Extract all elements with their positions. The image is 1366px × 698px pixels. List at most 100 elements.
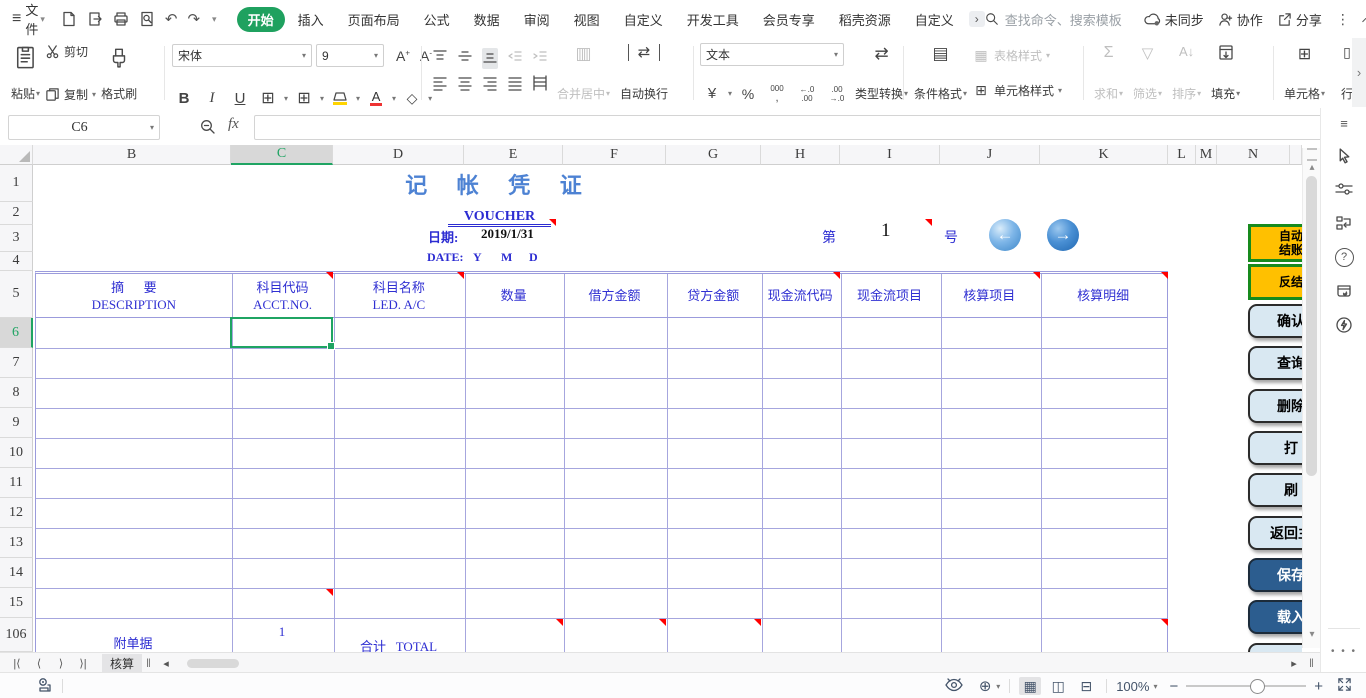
tab-formulas[interactable]: 公式: [413, 7, 461, 32]
justify-icon[interactable]: [507, 74, 523, 95]
col-header-I[interactable]: I: [840, 145, 940, 165]
tab-developer[interactable]: 开发工具: [676, 7, 750, 32]
reading-mode-icon[interactable]: [944, 677, 964, 696]
prev-sheet-icon[interactable]: ⟨: [28, 657, 50, 670]
number-format-select[interactable]: 文本 ▾: [700, 43, 844, 66]
tab-custom-2[interactable]: 自定义: [904, 7, 965, 32]
undo-icon[interactable]: ↶: [165, 10, 178, 28]
selected-cell-C6[interactable]: [230, 317, 333, 348]
borders-icon[interactable]: ⊞: [256, 88, 280, 108]
docer-hot-icon[interactable]: [1321, 274, 1366, 308]
format-painter-button[interactable]: 格式刷: [96, 41, 142, 105]
row-header-11[interactable]: 11: [0, 468, 33, 498]
sheet-tab-accounting[interactable]: 核算: [102, 654, 142, 673]
col-header-L[interactable]: L: [1168, 145, 1196, 165]
fill-handle[interactable]: [327, 342, 335, 350]
conditional-format-button[interactable]: ▤ 条件格式▾: [909, 41, 972, 105]
tab-membership[interactable]: 会员专享: [752, 7, 826, 32]
split-handle[interactable]: [1307, 148, 1317, 161]
save-voucher-button[interactable]: 保存: [1248, 558, 1302, 592]
row-header-9[interactable]: 9: [0, 408, 33, 438]
row-header-2[interactable]: 2: [0, 202, 33, 225]
row-header-13[interactable]: 13: [0, 528, 33, 558]
underline-icon[interactable]: U: [228, 90, 252, 107]
col-header-G[interactable]: G: [666, 145, 761, 165]
clipped-bottom-button[interactable]: [1248, 643, 1302, 652]
more-options-icon[interactable]: ⋮: [1336, 11, 1350, 28]
font-name-select[interactable]: 宋体 ▾: [172, 44, 312, 67]
load-voucher-button[interactable]: 载入: [1248, 600, 1302, 634]
confirm-button[interactable]: 确认: [1248, 304, 1302, 338]
row-header-6[interactable]: 6: [0, 318, 33, 348]
zoom-in-icon[interactable]: +: [1314, 678, 1323, 695]
bold-icon[interactable]: B: [172, 90, 196, 107]
center-view-icon[interactable]: ⊕: [974, 677, 996, 695]
share-button[interactable]: 分享: [1277, 10, 1322, 29]
row-header-8[interactable]: 8: [0, 378, 33, 408]
row-header-106[interactable]: 106: [0, 618, 33, 652]
italic-icon[interactable]: I: [200, 90, 224, 107]
collaborate-button[interactable]: 协作: [1218, 10, 1263, 29]
tab-data[interactable]: 数据: [463, 7, 511, 32]
zoom-dropdown-icon[interactable]: ▾: [1153, 682, 1157, 691]
row-header-14[interactable]: 14: [0, 558, 33, 588]
panel-menu-icon[interactable]: ≡: [1321, 108, 1366, 138]
increase-font-icon[interactable]: A+: [396, 48, 410, 64]
print-voucher-button[interactable]: 打: [1248, 431, 1302, 465]
next-voucher-button[interactable]: →: [1047, 219, 1079, 251]
return-home-button[interactable]: 返回主: [1248, 516, 1302, 550]
next-sheet-icon[interactable]: ⟩: [50, 657, 72, 670]
tab-review[interactable]: 审阅: [513, 7, 561, 32]
properties-sliders-icon[interactable]: [1321, 172, 1366, 206]
col-header-D[interactable]: D: [333, 145, 464, 165]
row-header-10[interactable]: 10: [0, 438, 33, 468]
page-break-view-icon[interactable]: ◫: [1047, 677, 1069, 695]
panel-more-icon[interactable]: • • •: [1321, 646, 1366, 657]
percent-icon[interactable]: %: [736, 86, 760, 102]
col-header-M[interactable]: M: [1196, 145, 1217, 165]
cut-button[interactable]: 剪切: [45, 43, 96, 60]
row-header-12[interactable]: 12: [0, 498, 33, 528]
tab-page-layout[interactable]: 页面布局: [337, 7, 411, 32]
tab-docer[interactable]: 稻壳资源: [828, 7, 902, 32]
horizontal-scroll-thumb[interactable]: [187, 659, 239, 668]
draw-border-icon[interactable]: ⊞: [292, 88, 316, 108]
first-sheet-icon[interactable]: |⟨: [6, 657, 28, 670]
grid-canvas[interactable]: 记 帐 凭 证 VOUCHER 日期: 2019/1/31 DATE: Y M …: [33, 165, 1302, 652]
sync-status[interactable]: 未同步: [1144, 10, 1204, 29]
redo-icon[interactable]: ↷: [187, 10, 200, 28]
zoom-slider[interactable]: [1186, 685, 1306, 687]
font-size-select[interactable]: 9 ▾: [316, 44, 384, 67]
tab-home[interactable]: 开始: [237, 7, 285, 32]
last-sheet-icon[interactable]: ⟩|: [72, 657, 94, 670]
command-search[interactable]: 查找命令、搜索模板: [985, 10, 1122, 29]
hscroll-right-icon[interactable]: ▸: [1283, 657, 1305, 670]
col-header-C[interactable]: C: [231, 145, 333, 165]
decrease-indent-icon[interactable]: [507, 48, 523, 69]
select-all-corner[interactable]: [0, 145, 33, 165]
quick-tools-icon[interactable]: [1321, 308, 1366, 342]
hscroll-left-icon[interactable]: ◂: [155, 657, 177, 670]
col-header-F[interactable]: F: [563, 145, 666, 165]
wrap-text-button[interactable]: ⇄ 自动换行: [615, 41, 673, 105]
zoom-level[interactable]: 100%: [1116, 679, 1149, 694]
zoom-out-icon[interactable]: −: [1169, 678, 1178, 695]
print-icon[interactable]: [113, 11, 129, 27]
dropdown-icon[interactable]: ▾: [996, 682, 1000, 691]
fill-button[interactable]: 填充▾: [1206, 41, 1245, 105]
align-top-icon[interactable]: [432, 48, 448, 69]
tabs-overflow-icon[interactable]: ›: [969, 11, 985, 27]
fill-color-icon[interactable]: [328, 92, 352, 105]
process-flow-icon[interactable]: [1321, 206, 1366, 240]
align-bottom-icon[interactable]: [482, 48, 498, 69]
row-header-4[interactable]: 4: [0, 252, 33, 271]
zoom-formula-icon[interactable]: [200, 119, 216, 138]
align-center-icon[interactable]: [457, 74, 473, 95]
tab-insert[interactable]: 插入: [287, 7, 335, 32]
collapse-ribbon-icon[interactable]: [1362, 15, 1366, 28]
fullscreen-icon[interactable]: [1337, 677, 1352, 695]
toolbar-overflow-icon[interactable]: ›: [1352, 38, 1366, 107]
row-header-7[interactable]: 7: [0, 348, 33, 378]
tab-custom-1[interactable]: 自定义: [613, 7, 674, 32]
increase-indent-icon[interactable]: [532, 48, 548, 69]
